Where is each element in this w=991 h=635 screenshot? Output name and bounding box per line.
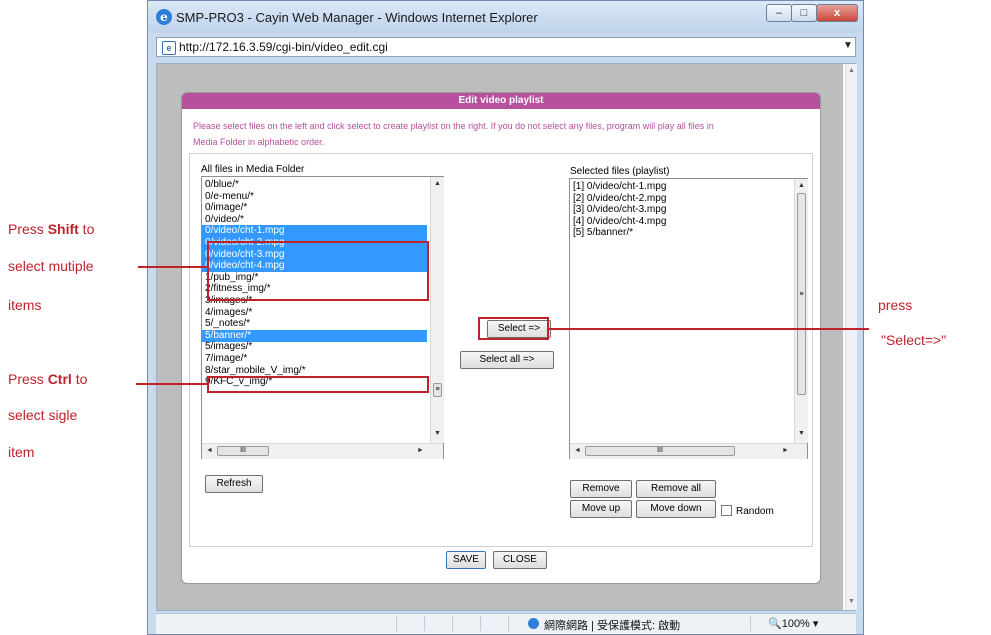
right-list-vscroll-thumb[interactable]: ≡ — [797, 193, 806, 395]
media-file-item[interactable]: 0/blue/* — [202, 179, 427, 191]
status-separator — [424, 616, 425, 631]
save-button[interactable]: SAVE — [446, 551, 486, 569]
scroll-up-icon[interactable]: ▲ — [848, 67, 855, 74]
playlist-item[interactable]: [2] 0/video/cht-2.mpg — [570, 193, 791, 205]
select-all-button[interactable]: Select all => — [460, 351, 554, 369]
shift-note-line-1: Press Shift to — [8, 221, 95, 237]
shift-note-line-3: items — [8, 297, 42, 313]
maximize-button[interactable]: □ — [791, 4, 817, 22]
media-file-item[interactable]: 0/video/cht-1.mpg — [202, 225, 427, 238]
select-note-line-2: "Select=>" — [881, 332, 947, 348]
right-list-label: Selected files (playlist) — [570, 166, 670, 177]
shift-callout-line — [138, 266, 207, 268]
scroll-left-icon[interactable]: ◄ — [206, 447, 213, 454]
scroll-up-icon[interactable]: ▲ — [798, 182, 805, 189]
left-list-vscroll-thumb[interactable]: ≡ — [433, 383, 442, 397]
scroll-up-icon[interactable]: ▲ — [434, 180, 441, 187]
instruction-line-2: Media Folder in alphabetic order. — [193, 137, 325, 147]
ctrl-callout-line — [136, 383, 207, 385]
playlist-item[interactable]: [5] 5/banner/* — [570, 227, 791, 239]
ctrl-note-line-3: item — [8, 444, 35, 460]
shift-selection-highlight — [207, 241, 429, 301]
status-separator — [452, 616, 453, 631]
status-bar: 網際網路 | 受保護模式: 啟動 🔍100% ▾ — [156, 613, 856, 634]
random-label: Random — [736, 506, 774, 517]
address-bar[interactable]: e http://172.16.3.59/cgi-bin/video_edit.… — [156, 37, 856, 57]
select-callout-line — [549, 328, 869, 330]
ctrl-selection-highlight — [207, 376, 429, 393]
media-file-item[interactable]: 0/image/* — [202, 202, 427, 214]
minimize-button[interactable]: – — [766, 4, 792, 22]
select-button-highlight — [478, 317, 549, 340]
scroll-down-icon[interactable]: ▼ — [798, 430, 805, 437]
media-file-item[interactable]: 7/image/* — [202, 353, 427, 365]
close-window-button[interactable]: x — [816, 4, 858, 22]
scroll-right-icon[interactable]: ► — [417, 447, 424, 454]
move-down-button[interactable]: Move down — [636, 500, 716, 518]
playlist-listbox[interactable]: ▲ ≡ ▼ ◄ III ► [1] 0/video/cht-1.mpg [2] 0… — [569, 178, 808, 459]
shift-note-line-2: select mutiple — [8, 258, 94, 274]
right-list-hscroll-thumb[interactable]: III — [585, 446, 735, 456]
left-list-vscroll[interactable]: ▲ ≡ ▼ — [430, 177, 444, 443]
ctrl-note-line-2: select sigle — [8, 407, 78, 423]
zoom-value: 100% — [781, 618, 810, 630]
media-file-item[interactable]: 4/images/* — [202, 307, 427, 319]
left-list-hscroll[interactable]: ◄ III ► — [202, 443, 443, 459]
ctrl-note-line-1: Press Ctrl to — [8, 371, 88, 387]
url-text: http://172.16.3.59/cgi-bin/video_edit.cg… — [179, 40, 388, 54]
status-separator — [508, 616, 509, 631]
move-up-button[interactable]: Move up — [570, 500, 632, 518]
chevron-down-icon[interactable]: ▼ — [843, 40, 853, 51]
globe-icon — [528, 618, 539, 629]
media-file-item[interactable]: 0/e-menu/* — [202, 191, 427, 203]
zoom-icon: 🔍 — [768, 618, 782, 630]
scroll-right-icon[interactable]: ► — [782, 447, 789, 454]
media-file-item[interactable]: 5/images/* — [202, 341, 427, 353]
remove-all-button[interactable]: Remove all — [636, 480, 716, 498]
close-button[interactable]: CLOSE — [493, 551, 547, 569]
scroll-down-icon[interactable]: ▼ — [434, 430, 441, 437]
right-list-vscroll[interactable]: ▲ ≡ ▼ — [794, 179, 808, 443]
remove-button[interactable]: Remove — [570, 480, 632, 498]
left-list-hscroll-thumb[interactable]: III — [217, 446, 269, 456]
scroll-left-icon[interactable]: ◄ — [574, 447, 581, 454]
random-checkbox[interactable] — [721, 505, 732, 516]
status-separator — [750, 616, 751, 631]
left-list-label: All files in Media Folder — [201, 164, 305, 175]
refresh-button[interactable]: Refresh — [205, 475, 263, 493]
status-separator — [480, 616, 481, 631]
media-file-item[interactable]: 5/banner/* — [202, 329, 427, 342]
right-list-hscroll[interactable]: ◄ III ► — [570, 443, 807, 459]
title-bar[interactable]: e SMP-PRO3 - Cayin Web Manager - Windows… — [148, 1, 863, 33]
instruction-line-1: Please select files on the left and clic… — [193, 121, 714, 131]
playlist-panel: All files in Media Folder ▲ ≡ ▼ ◄ III ► … — [189, 153, 813, 547]
page-icon: e — [162, 41, 176, 55]
media-file-item[interactable]: 0/video/* — [202, 214, 427, 226]
instruction-text: Please select files on the left and clic… — [193, 118, 818, 150]
dialog-title: Edit video playlist — [182, 93, 820, 109]
select-note-line-1: press — [878, 297, 913, 313]
ie-icon: e — [156, 9, 172, 25]
zoom-level[interactable]: 🔍100% ▾ — [768, 617, 818, 630]
security-zone-text: 網際網路 | 受保護模式: 啟動 — [544, 620, 681, 632]
page-scrollbar[interactable]: ▲ ▼ — [845, 64, 857, 610]
playlist-item[interactable]: [4] 0/video/cht-4.mpg — [570, 216, 791, 228]
media-file-item[interactable]: 5/_notes/* — [202, 318, 427, 330]
window-title: SMP-PRO3 - Cayin Web Manager - Windows I… — [176, 10, 538, 25]
status-separator — [396, 616, 397, 631]
media-folder-listbox[interactable]: ▲ ≡ ▼ ◄ III ► 0/blue/* 0/e-menu/* 0/image/… — [201, 176, 444, 459]
scroll-down-icon[interactable]: ▼ — [848, 598, 855, 605]
playlist-item[interactable]: [1] 0/video/cht-1.mpg — [570, 181, 791, 193]
media-file-item[interactable]: 8/star_mobile_V_img/* — [202, 365, 427, 377]
playlist-item[interactable]: [3] 0/video/cht-3.mpg — [570, 204, 791, 216]
